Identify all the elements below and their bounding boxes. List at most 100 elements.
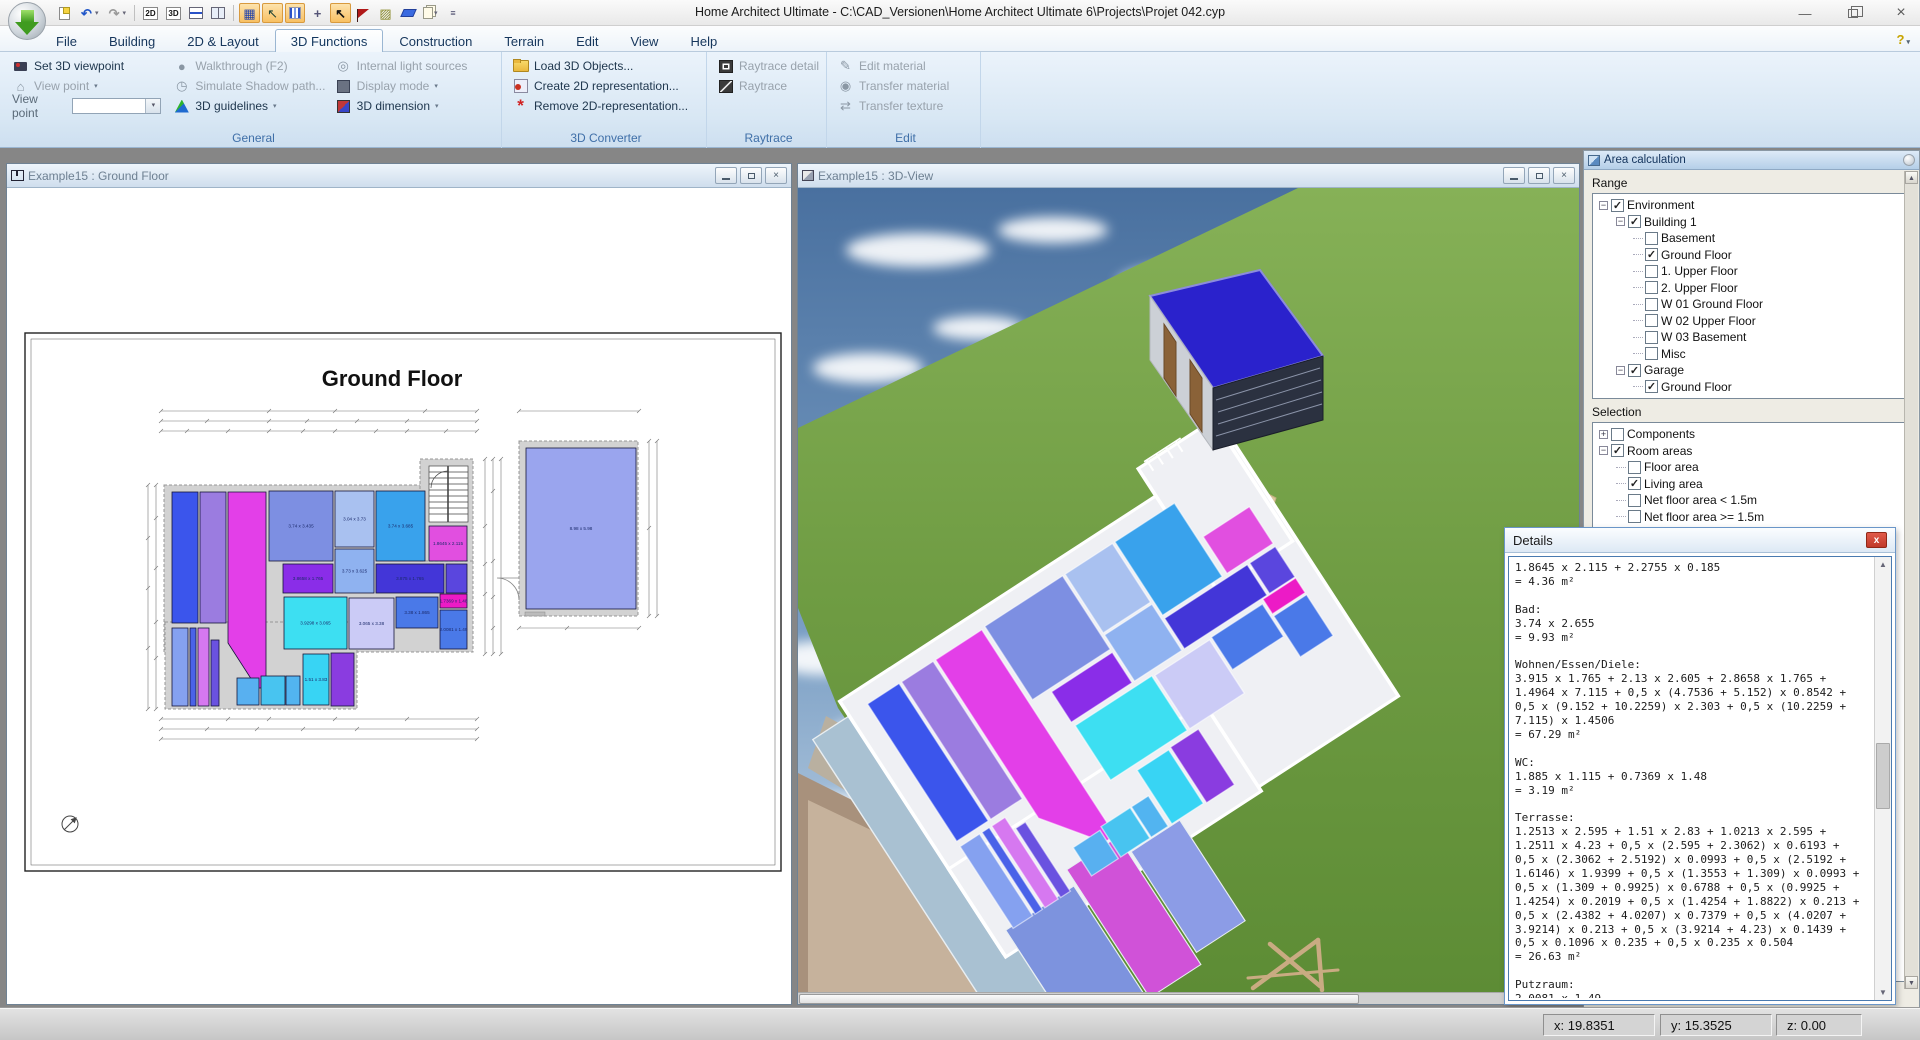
ribbon-item-simulate-shadow-path-[interactable]: ◷Simulate Shadow path...: [167, 76, 328, 96]
tab-view[interactable]: View: [615, 29, 675, 52]
view3d-canvas[interactable]: [798, 188, 1579, 1004]
ribbon-item-walkthrough-f2-[interactable]: ●Walkthrough (F2): [167, 56, 328, 76]
scroll-up-icon[interactable]: ▲: [1875, 557, 1891, 572]
range-item-environment[interactable]: −✓Environment: [1595, 197, 1908, 214]
checkbox[interactable]: ✓: [1611, 444, 1624, 457]
app-restore-button[interactable]: [1840, 6, 1866, 21]
tab-construction[interactable]: Construction: [383, 29, 488, 52]
ribbon-item-raytrace-detail[interactable]: Raytrace detail: [711, 56, 823, 76]
view3d-window-titlebar[interactable]: Example15 : 3D-View ×: [798, 164, 1579, 188]
tab-file[interactable]: File: [40, 29, 93, 52]
checkbox[interactable]: [1645, 298, 1658, 311]
selection-item-components[interactable]: +Components: [1595, 426, 1908, 443]
collapse-icon[interactable]: −: [1616, 366, 1625, 375]
checkbox[interactable]: [1645, 232, 1658, 245]
ribbon-item-display-mode[interactable]: Display mode▾: [329, 76, 490, 96]
scrollbar-thumb[interactable]: [1876, 743, 1890, 809]
checkbox[interactable]: [1628, 510, 1641, 523]
checkbox[interactable]: [1628, 494, 1641, 507]
tab-2d-layout[interactable]: 2D & Layout: [171, 29, 275, 52]
details-close-button[interactable]: x: [1866, 532, 1887, 548]
snap-icon[interactable]: +: [307, 3, 328, 23]
scrollbar-thumb[interactable]: [799, 994, 1359, 1004]
collapse-icon[interactable]: −: [1616, 217, 1625, 226]
redo-icon[interactable]: ↷▾: [104, 3, 130, 23]
tab-edit[interactable]: Edit: [560, 29, 614, 52]
range-item-w-02-upper-floor[interactable]: W 02 Upper Floor: [1595, 313, 1908, 330]
undo-icon[interactable]: ↶▾: [76, 3, 102, 23]
checkbox[interactable]: [1645, 331, 1658, 344]
range-item-misc[interactable]: Misc: [1595, 346, 1908, 363]
checkbox[interactable]: ✓: [1628, 477, 1641, 490]
ribbon-item-raytrace[interactable]: Raytrace: [711, 76, 823, 96]
ribbon-item-load-3d-objects-[interactable]: Load 3D Objects...: [506, 56, 703, 76]
collapse-icon[interactable]: −: [1599, 201, 1608, 210]
selection-item-room-areas[interactable]: −✓Room areas: [1595, 443, 1908, 460]
checkbox[interactable]: [1628, 461, 1641, 474]
plan-window-titlebar[interactable]: Example15 : Ground Floor ×: [7, 164, 791, 188]
collapse-icon[interactable]: −: [1599, 446, 1608, 455]
3d-view-icon[interactable]: 3D: [163, 3, 184, 23]
ribbon-item-create-2d-representation-[interactable]: Create 2D representation...: [506, 76, 703, 96]
checkbox[interactable]: ✓: [1628, 364, 1641, 377]
plan-restore-button[interactable]: [740, 167, 762, 184]
scroll-down-icon[interactable]: ▼: [1905, 976, 1918, 989]
2d-view-icon[interactable]: 2D: [140, 3, 161, 23]
selection-item-net-floor-area-1-5m[interactable]: Net floor area >= 1.5m: [1595, 509, 1908, 526]
plan-minimize-button[interactable]: [715, 167, 737, 184]
tab-3d-functions[interactable]: 3D Functions: [275, 29, 384, 52]
checkbox[interactable]: [1645, 265, 1658, 278]
tab-help[interactable]: Help: [674, 29, 733, 52]
ribbon-item-internal-light-sources[interactable]: ◎Internal light sources: [329, 56, 490, 76]
range-item-ground-floor[interactable]: ✓Ground Floor: [1595, 379, 1908, 396]
checkbox[interactable]: [1645, 281, 1658, 294]
details-titlebar[interactable]: Details x: [1505, 528, 1895, 553]
checkbox[interactable]: ✓: [1645, 380, 1658, 393]
tab-terrain[interactable]: Terrain: [488, 29, 560, 52]
ribbon-item-transfer-material[interactable]: ◉Transfer material: [831, 76, 977, 96]
view-point-combobox[interactable]: ▾: [72, 98, 162, 114]
ribbon-item-3d-guidelines[interactable]: 3D guidelines▾: [167, 96, 328, 116]
copy-icon[interactable]: ▾: [420, 3, 441, 23]
chevron-down-icon[interactable]: ▾: [145, 99, 160, 113]
view3d-hscrollbar[interactable]: [798, 992, 1579, 1004]
toolbar-overflow-icon[interactable]: ≡: [443, 3, 464, 23]
flag-icon[interactable]: [353, 3, 373, 23]
range-item-w-03-basement[interactable]: W 03 Basement: [1595, 329, 1908, 346]
details-scrollbar[interactable]: ▲ ▼: [1874, 557, 1891, 1000]
range-item-1-upper-floor[interactable]: 1. Upper Floor: [1595, 263, 1908, 280]
range-item-ground-floor[interactable]: ✓Ground Floor: [1595, 247, 1908, 264]
scroll-up-icon[interactable]: ▲: [1905, 171, 1918, 184]
ribbon-item-3d-dimension[interactable]: 3D dimension▾: [329, 96, 490, 116]
range-item-basement[interactable]: Basement: [1595, 230, 1908, 247]
checkbox[interactable]: ✓: [1645, 248, 1658, 261]
cursor-guides-icon[interactable]: ↖: [262, 3, 283, 23]
ribbon-item-transfer-texture[interactable]: ⇄Transfer texture: [831, 96, 977, 116]
area-panel-header[interactable]: Area calculation: [1584, 151, 1919, 170]
checkbox[interactable]: ✓: [1611, 199, 1624, 212]
selection-item-floor-area[interactable]: Floor area: [1595, 459, 1908, 476]
ribbon-item-set-3d-viewpoint[interactable]: Set 3D viewpoint: [6, 56, 167, 76]
range-item-w-01-ground-floor[interactable]: W 01 Ground Floor: [1595, 296, 1908, 313]
range-item-2-upper-floor[interactable]: 2. Upper Floor: [1595, 280, 1908, 297]
range-item-building-1[interactable]: −✓Building 1: [1595, 214, 1908, 231]
plan-canvas[interactable]: Ground Floor 3.74 x 3.4353.04 x 3.733.74…: [7, 188, 791, 1004]
new-drawing-icon[interactable]: [54, 3, 74, 23]
selection-item-living-area[interactable]: ✓Living area: [1595, 476, 1908, 493]
ribbon-item-edit-material[interactable]: ✎Edit material: [831, 56, 977, 76]
plan-close-button[interactable]: ×: [765, 167, 787, 184]
pointer-icon[interactable]: ↖: [330, 3, 351, 23]
tab-building[interactable]: Building: [93, 29, 171, 52]
panel-scrollbar[interactable]: ▲ ▼: [1904, 171, 1918, 989]
split-horizontal-icon[interactable]: [186, 3, 206, 23]
scroll-down-icon[interactable]: ▼: [1875, 985, 1891, 1000]
selection-item-net-floor-area-1-5m[interactable]: Net floor area < 1.5m: [1595, 492, 1908, 509]
app-close-button[interactable]: ×: [1888, 4, 1914, 22]
checkbox[interactable]: [1645, 314, 1658, 327]
help-icon[interactable]: ?▾: [1897, 32, 1910, 47]
columns-icon[interactable]: [285, 3, 305, 23]
expand-icon[interactable]: +: [1599, 430, 1608, 439]
view3d-minimize-button[interactable]: [1503, 167, 1525, 184]
checkbox[interactable]: [1611, 428, 1624, 441]
ribbon-item-remove-2d-representation-[interactable]: *Remove 2D-representation...: [506, 96, 703, 116]
